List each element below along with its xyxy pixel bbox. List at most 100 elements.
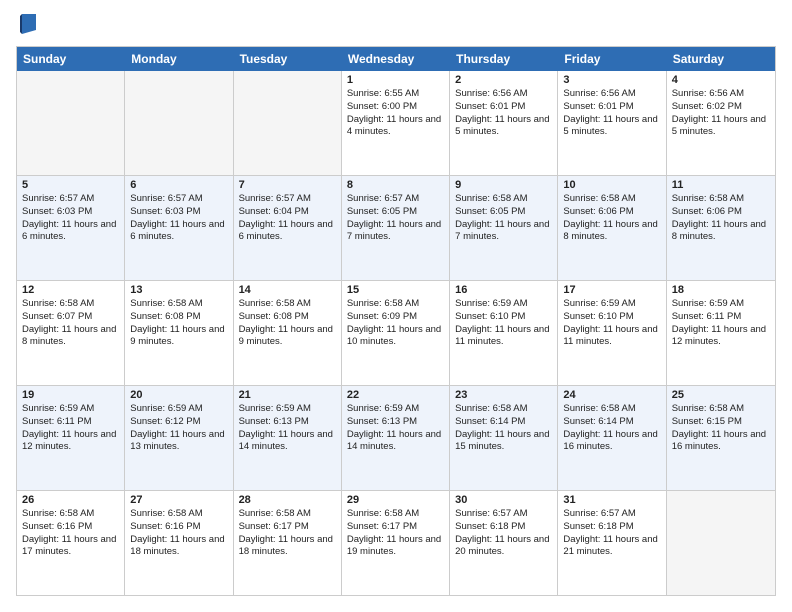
day-number: 23 [455, 389, 552, 401]
day-number: 5 [22, 179, 119, 191]
day-number: 24 [563, 389, 660, 401]
day-info: Sunrise: 6:59 AM Sunset: 6:10 PM Dayligh… [563, 298, 660, 349]
day-info: Sunrise: 6:56 AM Sunset: 6:02 PM Dayligh… [672, 88, 770, 139]
day-info: Sunrise: 6:58 AM Sunset: 6:16 PM Dayligh… [130, 508, 227, 559]
weekday-header-sunday: Sunday [17, 47, 125, 71]
day-cell-9: 9Sunrise: 6:58 AM Sunset: 6:05 PM Daylig… [450, 176, 558, 280]
calendar-row-2: 12 Sunrise: 6:58 AM Sunset: 6:07 PM Dayli… [17, 280, 775, 385]
day-cell-24: 24 Sunrise: 6:58 AM Sunset: 6:14 PM Dayli… [558, 386, 666, 490]
day-number: 20 [130, 389, 227, 401]
day-number: 4 [672, 74, 770, 86]
day-info: Sunrise: 6:59 AM Sunset: 6:11 PM Dayligh… [22, 403, 119, 454]
day-number: 14 [239, 284, 336, 296]
day-cell-19: 19 Sunrise: 6:59 AM Sunset: 6:11 PM Dayli… [17, 386, 125, 490]
day-cell-3: 3 Sunrise: 6:56 AM Sunset: 6:01 PM Daylig… [558, 71, 666, 175]
day-cell-30: 30Sunrise: 6:57 AM Sunset: 6:18 PM Dayli… [450, 491, 558, 595]
day-info: Sunrise: 6:58 AM Sunset: 6:16 PM Dayligh… [22, 508, 119, 559]
day-info: Sunrise: 6:58 AM Sunset: 6:08 PM Dayligh… [130, 298, 227, 349]
day-info: Sunrise: 6:58 AM Sunset: 6:05 PM Dayligh… [455, 193, 552, 244]
day-number: 26 [22, 494, 119, 506]
day-cell-12: 12 Sunrise: 6:58 AM Sunset: 6:07 PM Dayli… [17, 281, 125, 385]
day-info: Sunrise: 6:57 AM Sunset: 6:03 PM Dayligh… [130, 193, 227, 244]
day-number: 3 [563, 74, 660, 86]
day-number: 6 [130, 179, 227, 191]
day-info: Sunrise: 6:59 AM Sunset: 6:12 PM Dayligh… [130, 403, 227, 454]
day-info: Sunrise: 6:56 AM Sunset: 6:01 PM Dayligh… [563, 88, 660, 139]
calendar-body: 1 Sunrise: 6:55 AM Sunset: 6:00 PM Daylig… [17, 71, 775, 595]
empty-cell-4-6 [667, 491, 775, 595]
empty-cell-0-2 [234, 71, 342, 175]
calendar: SundayMondayTuesdayWednesdayThursdayFrid… [16, 46, 776, 596]
day-cell-29: 29 Sunrise: 6:58 AM Sunset: 6:17 PM Dayli… [342, 491, 450, 595]
day-cell-31: 31Sunrise: 6:57 AM Sunset: 6:18 PM Dayli… [558, 491, 666, 595]
day-cell-14: 14 Sunrise: 6:58 AM Sunset: 6:08 PM Dayli… [234, 281, 342, 385]
day-number: 15 [347, 284, 444, 296]
day-info: Sunrise: 6:58 AM Sunset: 6:08 PM Dayligh… [239, 298, 336, 349]
day-cell-21: 21 Sunrise: 6:59 AM Sunset: 6:13 PM Dayli… [234, 386, 342, 490]
page: SundayMondayTuesdayWednesdayThursdayFrid… [0, 0, 792, 612]
calendar-header: SundayMondayTuesdayWednesdayThursdayFrid… [17, 47, 775, 71]
day-info: Sunrise: 6:58 AM Sunset: 6:17 PM Dayligh… [347, 508, 444, 559]
calendar-row-4: 26 Sunrise: 6:58 AM Sunset: 6:16 PM Dayli… [17, 490, 775, 595]
weekday-header-saturday: Saturday [667, 47, 775, 71]
day-number: 1 [347, 74, 444, 86]
day-info: Sunrise: 6:59 AM Sunset: 6:11 PM Dayligh… [672, 298, 770, 349]
header [16, 16, 776, 36]
day-info: Sunrise: 6:58 AM Sunset: 6:07 PM Dayligh… [22, 298, 119, 349]
day-cell-15: 15 Sunrise: 6:58 AM Sunset: 6:09 PM Dayli… [342, 281, 450, 385]
day-cell-27: 27 Sunrise: 6:58 AM Sunset: 6:16 PM Dayli… [125, 491, 233, 595]
logo-icon [18, 12, 38, 36]
day-info: Sunrise: 6:59 AM Sunset: 6:10 PM Dayligh… [455, 298, 552, 349]
day-number: 10 [563, 179, 660, 191]
day-number: 22 [347, 389, 444, 401]
day-cell-11: 11 Sunrise: 6:58 AM Sunset: 6:06 PM Dayli… [667, 176, 775, 280]
day-cell-26: 26 Sunrise: 6:58 AM Sunset: 6:16 PM Dayli… [17, 491, 125, 595]
day-number: 27 [130, 494, 227, 506]
day-number: 13 [130, 284, 227, 296]
day-number: 17 [563, 284, 660, 296]
day-info: Sunrise: 6:57 AM Sunset: 6:04 PM Dayligh… [239, 193, 336, 244]
day-cell-4: 4 Sunrise: 6:56 AM Sunset: 6:02 PM Daylig… [667, 71, 775, 175]
weekday-header-friday: Friday [558, 47, 666, 71]
day-info: Sunrise: 6:58 AM Sunset: 6:06 PM Dayligh… [672, 193, 770, 244]
day-info: Sunrise: 6:58 AM Sunset: 6:14 PM Dayligh… [455, 403, 552, 454]
day-number: 16 [455, 284, 552, 296]
day-number: 19 [22, 389, 119, 401]
weekday-header-thursday: Thursday [450, 47, 558, 71]
day-number: 8 [347, 179, 444, 191]
day-info: Sunrise: 6:58 AM Sunset: 6:17 PM Dayligh… [239, 508, 336, 559]
day-info: Sunrise: 6:59 AM Sunset: 6:13 PM Dayligh… [347, 403, 444, 454]
empty-cell-0-0 [17, 71, 125, 175]
day-number: 31 [563, 494, 660, 506]
day-cell-23: 23 Sunrise: 6:58 AM Sunset: 6:14 PM Dayli… [450, 386, 558, 490]
day-cell-25: 25 Sunrise: 6:58 AM Sunset: 6:15 PM Dayli… [667, 386, 775, 490]
day-info: Sunrise: 6:59 AM Sunset: 6:13 PM Dayligh… [239, 403, 336, 454]
day-info: Sunrise: 6:58 AM Sunset: 6:15 PM Dayligh… [672, 403, 770, 454]
day-cell-6: 6 Sunrise: 6:57 AM Sunset: 6:03 PM Daylig… [125, 176, 233, 280]
day-cell-13: 13 Sunrise: 6:58 AM Sunset: 6:08 PM Dayli… [125, 281, 233, 385]
day-cell-28: 28Sunrise: 6:58 AM Sunset: 6:17 PM Dayli… [234, 491, 342, 595]
day-number: 29 [347, 494, 444, 506]
day-number: 12 [22, 284, 119, 296]
day-cell-20: 20 Sunrise: 6:59 AM Sunset: 6:12 PM Dayli… [125, 386, 233, 490]
day-cell-7: 7Sunrise: 6:57 AM Sunset: 6:04 PM Daylig… [234, 176, 342, 280]
day-number: 30 [455, 494, 552, 506]
day-cell-8: 8Sunrise: 6:57 AM Sunset: 6:05 PM Daylig… [342, 176, 450, 280]
day-number: 21 [239, 389, 336, 401]
weekday-header-wednesday: Wednesday [342, 47, 450, 71]
day-cell-2: 2Sunrise: 6:56 AM Sunset: 6:01 PM Daylig… [450, 71, 558, 175]
calendar-row-3: 19 Sunrise: 6:59 AM Sunset: 6:11 PM Dayli… [17, 385, 775, 490]
day-number: 11 [672, 179, 770, 191]
day-cell-10: 10Sunrise: 6:58 AM Sunset: 6:06 PM Dayli… [558, 176, 666, 280]
weekday-header-monday: Monday [125, 47, 233, 71]
day-cell-1: 1 Sunrise: 6:55 AM Sunset: 6:00 PM Daylig… [342, 71, 450, 175]
day-number: 18 [672, 284, 770, 296]
day-info: Sunrise: 6:58 AM Sunset: 6:09 PM Dayligh… [347, 298, 444, 349]
day-cell-5: 5Sunrise: 6:57 AM Sunset: 6:03 PM Daylig… [17, 176, 125, 280]
day-info: Sunrise: 6:58 AM Sunset: 6:14 PM Dayligh… [563, 403, 660, 454]
day-cell-18: 18 Sunrise: 6:59 AM Sunset: 6:11 PM Dayli… [667, 281, 775, 385]
day-cell-17: 17 Sunrise: 6:59 AM Sunset: 6:10 PM Dayli… [558, 281, 666, 385]
day-number: 25 [672, 389, 770, 401]
day-info: Sunrise: 6:55 AM Sunset: 6:00 PM Dayligh… [347, 88, 444, 139]
day-cell-22: 22 Sunrise: 6:59 AM Sunset: 6:13 PM Dayli… [342, 386, 450, 490]
